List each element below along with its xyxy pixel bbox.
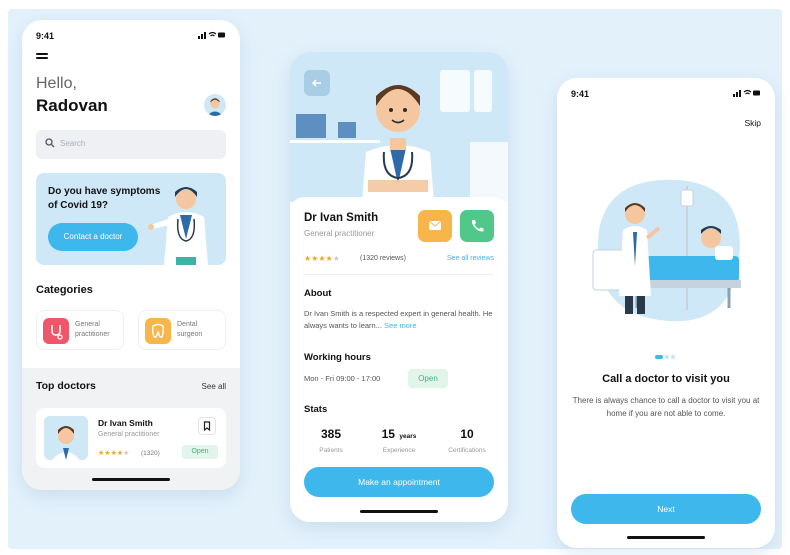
status-badge: Open [408, 369, 448, 388]
category-dental-surgeon[interactable]: Dental surgeon [138, 310, 226, 350]
about-text: Dr Ivan Smith is a respected expert in g… [304, 308, 494, 332]
divider [304, 274, 494, 275]
home-indicator [627, 536, 705, 539]
doctor-visit-illustration [592, 179, 741, 322]
star-icon: ★ [123, 450, 130, 457]
review-count: (1320) [141, 450, 160, 457]
search-input[interactable]: Search [36, 130, 226, 159]
doctor-name: Dr Ivan Smith [304, 212, 379, 224]
working-hours: Mon - Fri 09:00 - 17:00 [304, 374, 381, 383]
doctor-illustration [148, 187, 208, 265]
stats-title: Stats [304, 404, 328, 415]
stat-label: Patients [319, 447, 343, 454]
covid-banner: Do you have symptoms of Covid 19? Contac… [36, 173, 226, 265]
see-all-reviews-link[interactable]: See all reviews [447, 255, 494, 262]
rating-stars: ★★★★★ [304, 254, 340, 263]
about-title: About [304, 288, 332, 299]
message-button[interactable] [418, 210, 452, 242]
search-icon [45, 138, 55, 148]
phone-icon [472, 220, 484, 232]
stat-patients: 385 Patients [300, 425, 362, 465]
search-placeholder: Search [60, 139, 86, 148]
status-time: 9:41 [36, 31, 55, 41]
see-more-link[interactable]: See more [384, 321, 417, 330]
back-button[interactable] [304, 70, 330, 96]
star-icon: ★ [332, 254, 340, 263]
status-time: 9:41 [571, 89, 590, 99]
skip-button[interactable]: Skip [744, 118, 761, 128]
status-bar: 9:41 [571, 89, 761, 101]
doctor-specialty: General practitioner [98, 431, 160, 438]
status-icons [733, 89, 761, 99]
doctor-card[interactable]: Dr Ivan Smith General practitioner ★★★★★… [36, 408, 226, 468]
home-screen: 9:41 Hello, Radovan Search Do you have s… [22, 20, 240, 490]
star-icon: ★ [318, 254, 326, 263]
doctor-avatar [44, 416, 88, 460]
stat-label: Experience [382, 447, 416, 454]
stat-experience: 15 years Experience [368, 425, 430, 465]
status-bar: 9:41 [36, 31, 226, 43]
category-general-practitioner[interactable]: General practitioner [36, 310, 124, 350]
status-badge: Open [182, 445, 218, 459]
see-all-link[interactable]: See all [202, 382, 226, 391]
onboarding-title: Call a doctor to visit you [602, 373, 730, 385]
stat-value: 15 [381, 427, 395, 441]
onboarding-screen: 9:41 Skip Call a doctor to visit you The… [557, 78, 775, 548]
doctor-specialty: General practitioner [304, 229, 375, 238]
user-name: Radovan [36, 96, 108, 115]
contact-doctor-button[interactable]: Contact a doctor [48, 223, 138, 251]
stat-value: 385 [320, 427, 342, 441]
arrow-left-icon [311, 79, 321, 87]
tooth-icon [145, 318, 171, 344]
mail-icon [428, 220, 442, 230]
stat-label: Certifications [448, 447, 486, 454]
greeting: Hello, [36, 75, 77, 92]
status-icons [198, 31, 226, 41]
categories-title: Categories [36, 284, 93, 296]
doctor-profile-screen: Dr Ivan Smith General practitioner ★★★★★… [290, 52, 508, 522]
review-count: (1320 reviews) [360, 255, 406, 262]
call-button[interactable] [460, 210, 494, 242]
onboarding-text: There is always chance to call a doctor … [572, 396, 760, 418]
bookmark-icon[interactable] [198, 417, 216, 435]
star-icon: ★ [325, 254, 333, 263]
next-button[interactable]: Next [571, 494, 761, 524]
doctor-name: Dr Ivan Smith [98, 418, 153, 428]
page-indicator [655, 346, 679, 359]
category-label: Dental surgeon [177, 321, 203, 338]
stat-value: 10 [460, 427, 474, 441]
rating-stars: ★★★★★ [98, 449, 129, 457]
hamburger-icon[interactable] [36, 53, 48, 61]
top-doctors-title: Top doctors [36, 380, 96, 392]
avatar[interactable] [204, 94, 226, 116]
stat-unit: years [399, 433, 417, 440]
working-hours-title: Working hours [304, 352, 371, 363]
home-indicator [360, 510, 438, 513]
category-label: General practitioner [75, 321, 110, 338]
stethoscope-icon [43, 318, 69, 344]
home-indicator [92, 478, 170, 481]
stat-certifications: 10 Certifications [436, 425, 498, 465]
make-appointment-button[interactable]: Make an appointment [304, 467, 494, 497]
